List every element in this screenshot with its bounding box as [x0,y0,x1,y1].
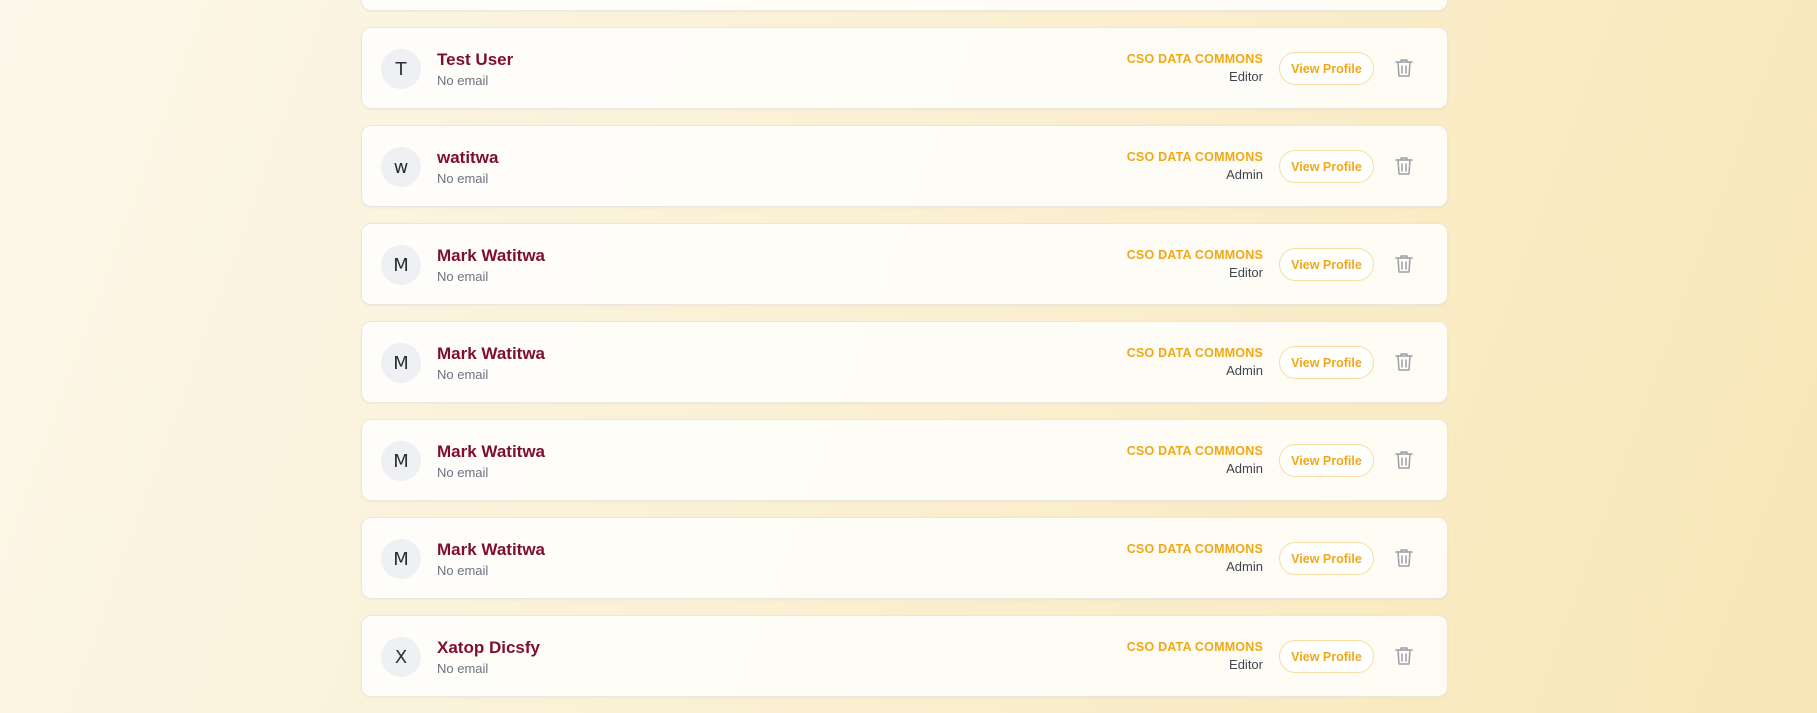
user-card: X Xatop Dicsfy No email CSO DATA COMMONS… [361,615,1448,697]
view-profile-button[interactable]: View Profile [1279,346,1374,379]
avatar: w [381,147,421,187]
trash-icon [1395,647,1413,665]
avatar: M [381,343,421,383]
view-profile-button[interactable]: View Profile [1279,248,1374,281]
trash-icon [1395,255,1413,273]
view-profile-button[interactable]: View Profile [1279,444,1374,477]
user-email: No email [437,73,489,88]
view-profile-button[interactable]: View Profile [1279,640,1374,673]
user-list: T Test User No email CSO DATA COMMONS Ed… [361,0,1448,713]
user-card-partial [361,0,1448,11]
delete-user-button[interactable] [1392,56,1416,80]
avatar: T [381,49,421,89]
user-name: Mark Watitwa [437,344,546,363]
delete-user-button[interactable] [1392,350,1416,374]
organization-label: CSO DATA COMMONS [1126,444,1263,458]
organization-label: CSO DATA COMMONS [1126,150,1263,164]
user-email: No email [437,171,489,186]
view-profile-button[interactable]: View Profile [1279,150,1374,183]
user-name: Mark Watitwa [437,540,546,559]
organization-label: CSO DATA COMMONS [1126,346,1263,360]
user-email: No email [437,563,489,578]
user-name: Test User [437,50,514,69]
user-card: T Test User No email CSO DATA COMMONS Ed… [361,27,1448,109]
trash-icon [1395,353,1413,371]
view-profile-button[interactable]: View Profile [1279,52,1374,85]
user-name: Xatop Dicsfy [437,638,540,657]
organization-label: CSO DATA COMMONS [1126,542,1263,556]
user-card: M Mark Watitwa No email CSO DATA COMMONS… [361,321,1448,403]
trash-icon [1395,59,1413,77]
organization-label: CSO DATA COMMONS [1126,248,1263,262]
user-card: w watitwa No email CSO DATA COMMONS Admi… [361,125,1448,207]
user-role: Admin [1226,559,1263,574]
avatar: X [381,637,421,677]
delete-user-button[interactable] [1392,546,1416,570]
trash-icon [1395,549,1413,567]
user-name: Mark Watitwa [437,246,546,265]
trash-icon [1395,157,1413,175]
avatar: M [381,245,421,285]
user-role: Admin [1226,461,1263,476]
user-name: watitwa [437,148,499,167]
avatar: M [381,441,421,481]
user-role: Editor [1229,265,1263,280]
delete-user-button[interactable] [1392,448,1416,472]
user-email: No email [437,269,489,284]
user-card: M Mark Watitwa No email CSO DATA COMMONS… [361,223,1448,305]
user-email: No email [437,367,489,382]
user-card: M Mark Watitwa No email CSO DATA COMMONS… [361,517,1448,599]
organization-label: CSO DATA COMMONS [1126,52,1263,66]
user-role: Admin [1226,167,1263,182]
avatar: M [381,539,421,579]
delete-user-button[interactable] [1392,252,1416,276]
view-profile-button[interactable]: View Profile [1279,542,1374,575]
organization-label: CSO DATA COMMONS [1126,640,1263,654]
trash-icon [1395,451,1413,469]
user-email: No email [437,465,489,480]
user-role: Admin [1226,363,1263,378]
user-role: Editor [1229,657,1263,672]
user-role: Editor [1229,69,1263,84]
delete-user-button[interactable] [1392,644,1416,668]
user-card: M Mark Watitwa No email CSO DATA COMMONS… [361,419,1448,501]
user-email: No email [437,661,489,676]
delete-user-button[interactable] [1392,154,1416,178]
user-name: Mark Watitwa [437,442,546,461]
